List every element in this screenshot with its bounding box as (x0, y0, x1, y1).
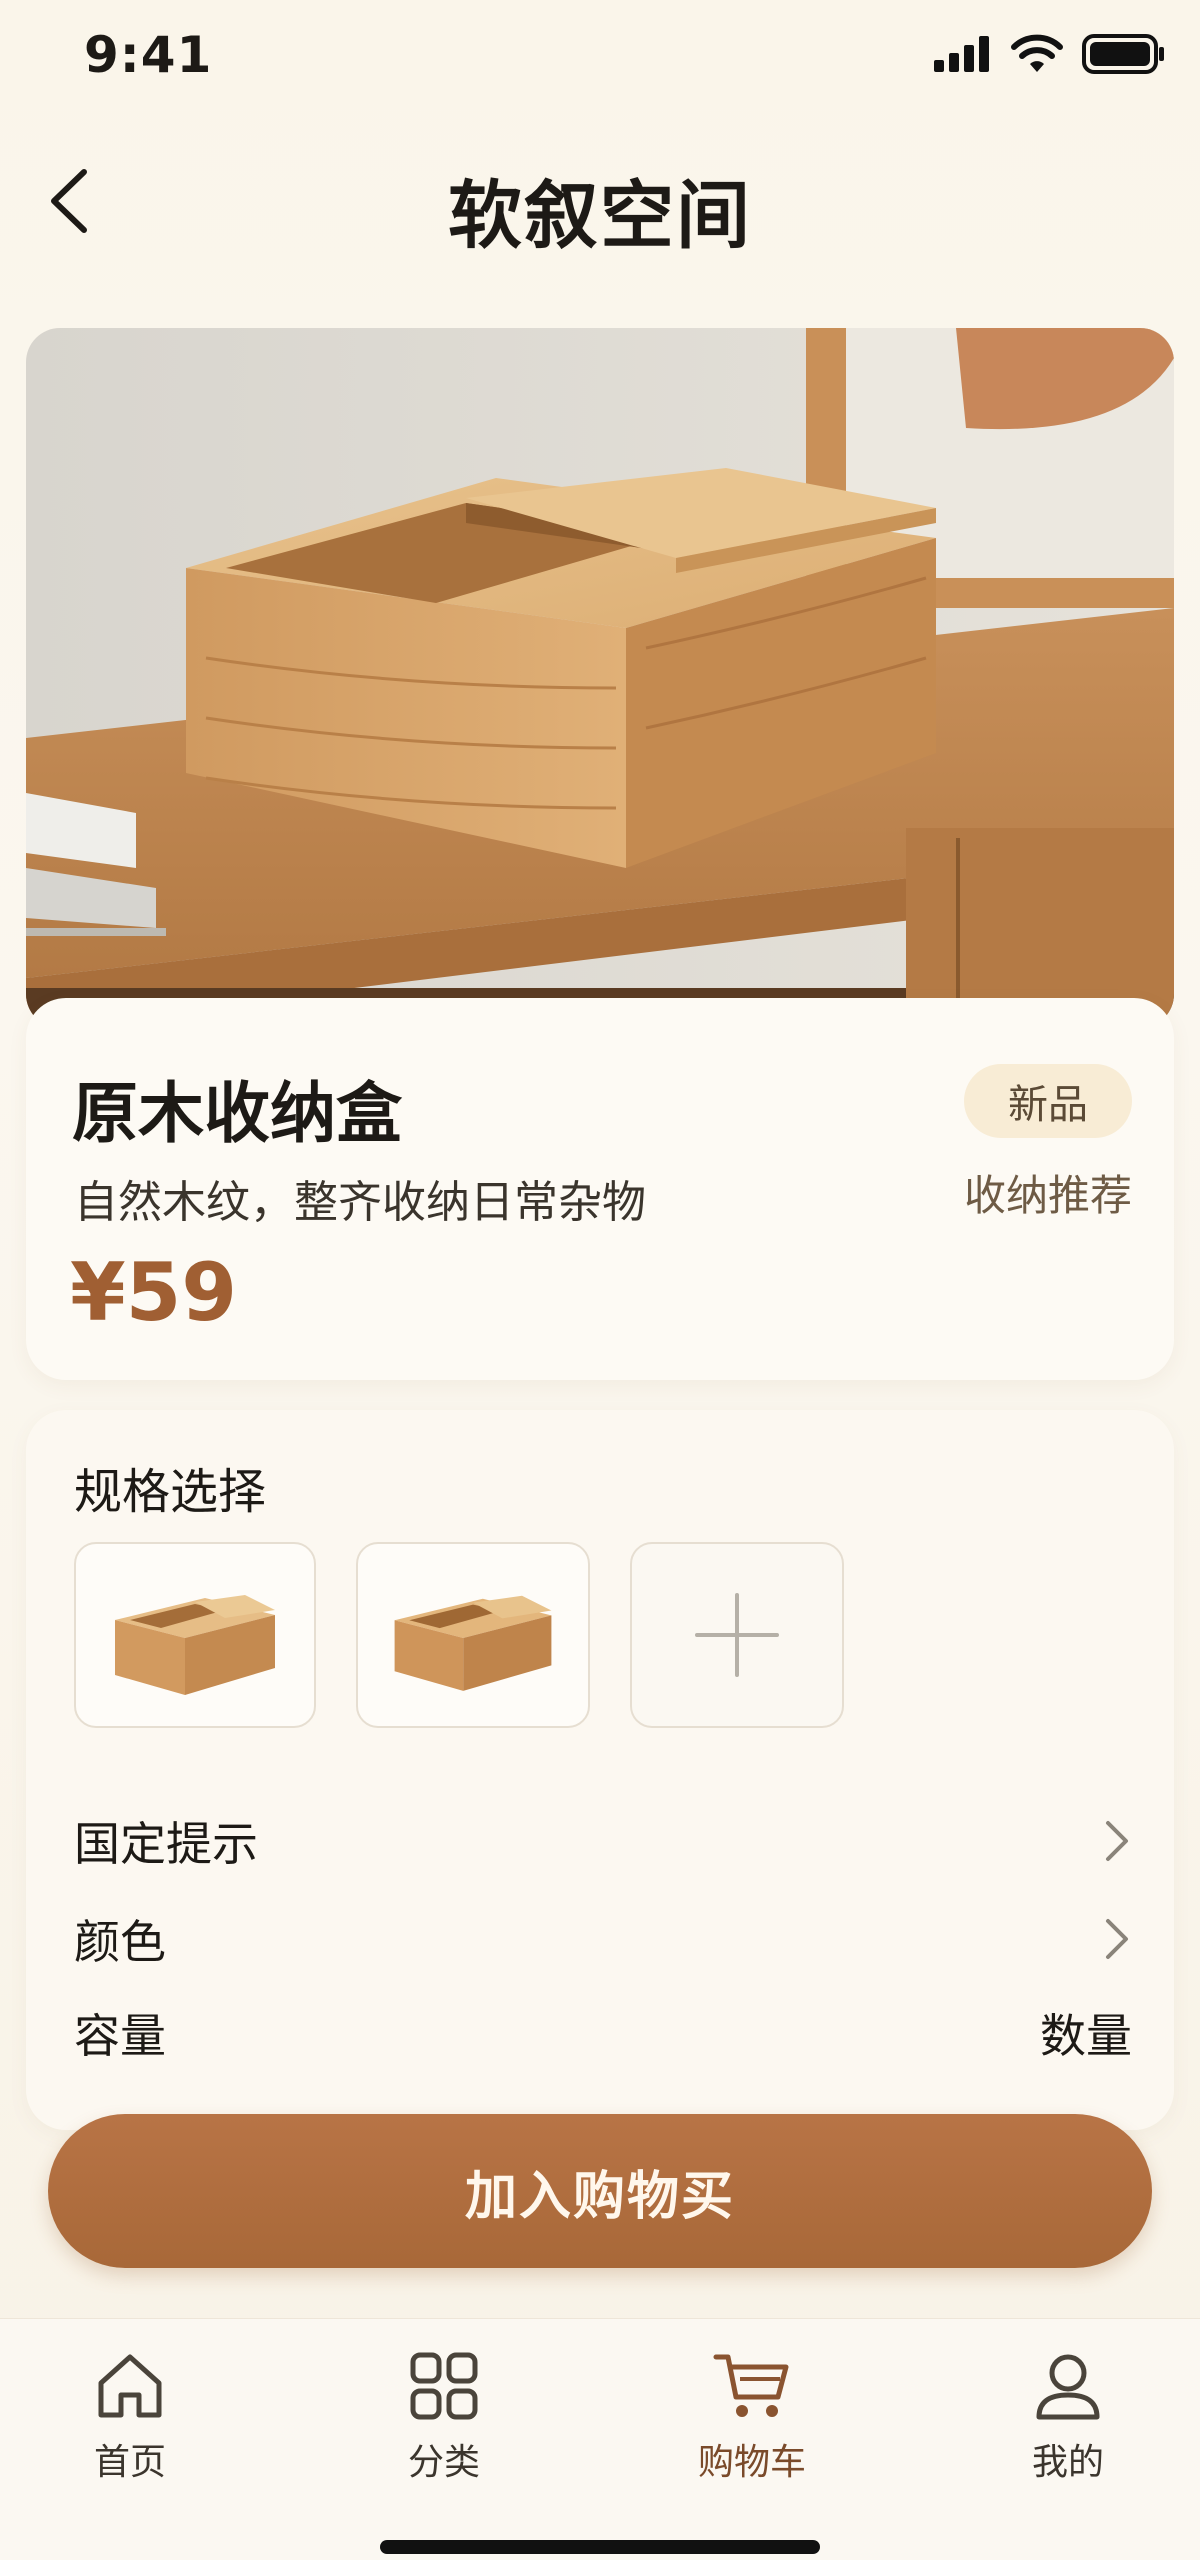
wooden-box-illustration (26, 328, 1174, 1028)
home-indicator (380, 2540, 820, 2554)
spec-row-label: 国定提示 (74, 1817, 258, 1871)
product-name: 原木收纳盒 (72, 1075, 402, 1152)
tab-label: 购物车 (697, 2442, 806, 2483)
status-time: 9:41 (84, 26, 213, 84)
new-badge: 新品 (964, 1064, 1132, 1138)
home-icon (98, 2354, 162, 2418)
product-description: 自然木纹，整齐收纳日常杂物 (74, 1177, 646, 1228)
spec-thumbnails (74, 1542, 844, 1728)
product-detail-screen: 9:41 软叙空间 原木收纳盒 自然木纹，整齐收纳日常杂物 ¥59 新品 收纳推… (0, 0, 1200, 2560)
tab-category[interactable]: 分类 (344, 2349, 544, 2485)
tab-bar: 首页 分类 购物车 我的 (0, 2318, 1200, 2560)
user-icon (1036, 2354, 1100, 2420)
tab-label: 我的 (1031, 2442, 1104, 2483)
add-spec-button[interactable] (630, 1542, 844, 1728)
wooden-box-thumbnail (115, 1595, 275, 1695)
plus-icon (695, 1593, 779, 1677)
chevron-right-icon (1106, 1919, 1128, 1959)
product-image[interactable] (26, 328, 1174, 1028)
product-price: ¥59 (70, 1246, 237, 1339)
spec-row-color[interactable]: 颜色 (74, 1906, 1132, 1972)
spec-option-1[interactable] (74, 1542, 316, 1728)
grid-icon (410, 2352, 478, 2420)
wifi-icon (1011, 34, 1063, 72)
status-icons (934, 34, 1166, 74)
chevron-right-icon (1106, 1821, 1128, 1861)
signal-icon (934, 36, 989, 72)
cart-icon (713, 2354, 789, 2417)
tab-profile[interactable]: 我的 (968, 2349, 1168, 2485)
header: 软叙空间 (0, 130, 1200, 280)
spec-title: 规格选择 (74, 1464, 267, 1520)
battery-icon (1082, 34, 1164, 74)
tab-label: 分类 (407, 2442, 480, 2483)
tab-cart[interactable]: 购物车 (652, 2349, 852, 2485)
status-bar: 9:41 (0, 0, 1200, 120)
recommend-link[interactable]: 收纳推荐 (964, 1162, 1132, 1223)
tab-home[interactable]: 首页 (30, 2349, 230, 2485)
spec-card: 规格选择 国定提示 颜色 容量 数量 (26, 1410, 1174, 2130)
spec-row-label: 颜色 (74, 1915, 166, 1969)
wooden-box-thumbnail (394, 1595, 552, 1691)
product-info-card: 原木收纳盒 自然木纹，整齐收纳日常杂物 ¥59 新品 收纳推荐 (26, 998, 1174, 1380)
spec-row-capacity[interactable]: 容量 数量 (74, 2000, 1132, 2066)
add-to-cart-button[interactable]: 加入购物买 (48, 2114, 1152, 2268)
spec-option-2[interactable] (356, 1542, 590, 1728)
tab-label: 首页 (93, 2442, 166, 2483)
spec-row-label: 容量 (74, 2009, 166, 2063)
page-title: 软叙空间 (448, 173, 752, 259)
spec-row-hint[interactable]: 国定提示 (74, 1808, 1132, 1874)
quantity-label: 数量 (1040, 2009, 1132, 2063)
